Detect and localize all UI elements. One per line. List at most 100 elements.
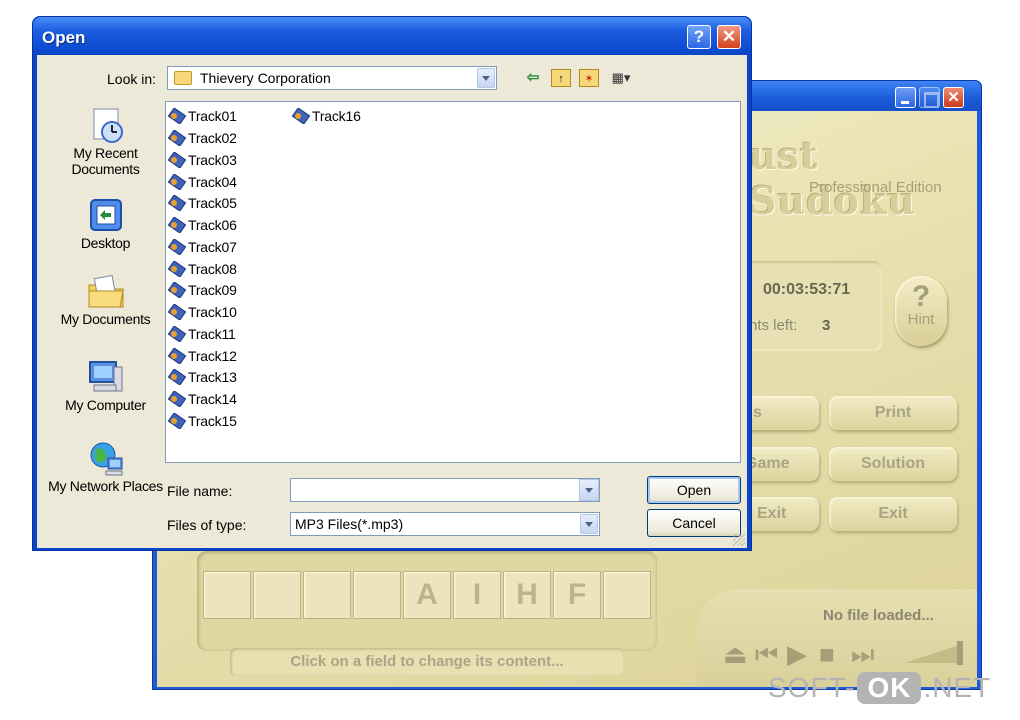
sudoku-edition: Professional Edition bbox=[809, 179, 942, 196]
file-name: Track16 bbox=[312, 108, 361, 124]
minimize-button[interactable] bbox=[895, 87, 916, 108]
look-in-dropdown[interactable]: Thievery Corporation bbox=[167, 66, 497, 90]
new-folder-icon[interactable]: ✶ bbox=[579, 69, 599, 87]
computer-icon bbox=[88, 361, 122, 392]
board-cell[interactable]: F bbox=[553, 571, 601, 619]
mp3-file-icon bbox=[167, 261, 187, 277]
maximize-icon bbox=[920, 88, 939, 108]
mp3-file-icon bbox=[167, 239, 187, 255]
next-track-icon[interactable]: ⏭ bbox=[851, 639, 874, 669]
game-timer: 00:03:53:71 bbox=[763, 281, 851, 298]
board-cell[interactable] bbox=[353, 571, 401, 619]
file-name: Track01 bbox=[188, 108, 237, 124]
desktop-icon bbox=[89, 199, 122, 231]
eject-icon[interactable]: ⏏ bbox=[723, 639, 748, 669]
file-name: Track15 bbox=[188, 413, 237, 429]
minimize-icon bbox=[896, 88, 915, 107]
print-button[interactable]: Print bbox=[829, 396, 957, 430]
folder-icon bbox=[174, 71, 192, 85]
file-name: Track03 bbox=[188, 152, 237, 168]
chevron-down-icon[interactable] bbox=[579, 479, 599, 501]
dialog-client-area: Look in: Thievery Corporation ⇦ ↑ ✶ ▦▾ M… bbox=[37, 55, 747, 548]
volume-slider[interactable] bbox=[905, 641, 965, 665]
previous-track-icon[interactable]: ⏮ bbox=[755, 639, 778, 669]
file-name-label: File name: bbox=[167, 483, 233, 499]
sudoku-close-button[interactable]: ✕ bbox=[943, 87, 964, 108]
mp3-file-icon bbox=[167, 152, 187, 168]
file-list[interactable]: Track01 Track02 Track03 Track04 Track05 … bbox=[165, 101, 741, 463]
mp3-file-icon bbox=[291, 108, 311, 124]
dialog-titlebar[interactable]: Open ? ✕ bbox=[33, 17, 751, 55]
watermark: SOFT- OK .NET bbox=[768, 672, 991, 716]
board-cell[interactable] bbox=[203, 571, 251, 619]
recent-documents-icon bbox=[93, 108, 123, 143]
back-arrow-icon[interactable]: ⇦ bbox=[523, 69, 543, 87]
file-name: Track02 bbox=[188, 130, 237, 146]
board-cell[interactable] bbox=[603, 571, 651, 619]
stop-icon[interactable]: ■ bbox=[819, 639, 835, 669]
exit-button[interactable]: Exit bbox=[829, 497, 957, 531]
file-name: Track14 bbox=[188, 391, 237, 407]
mp3-file-icon bbox=[167, 130, 187, 146]
watermark-text-left: SOFT- bbox=[768, 672, 856, 703]
cancel-button[interactable]: Cancel bbox=[647, 509, 741, 537]
place-label: My Recent Documents bbox=[71, 145, 140, 177]
places-bar: My Recent Documents Desktop My Documents bbox=[43, 105, 168, 535]
board-cell[interactable]: A bbox=[403, 571, 451, 619]
close-button[interactable]: ✕ bbox=[717, 25, 741, 49]
place-my-network-places[interactable]: My Network Places bbox=[43, 440, 168, 494]
mp3-file-icon bbox=[167, 413, 187, 429]
look-in-label: Look in: bbox=[107, 71, 157, 87]
place-label: My Network Places bbox=[48, 478, 163, 494]
file-name: Track12 bbox=[188, 348, 237, 364]
hint-button[interactable]: ? Hint bbox=[895, 276, 947, 346]
board-cell[interactable]: H bbox=[503, 571, 551, 619]
file-name: Track11 bbox=[188, 326, 236, 342]
file-name: Track07 bbox=[188, 239, 237, 255]
files-of-type-value: MP3 Files(*.mp3) bbox=[295, 516, 404, 532]
mp3-file-icon bbox=[167, 195, 187, 211]
place-desktop[interactable]: Desktop bbox=[43, 197, 168, 251]
chevron-down-icon[interactable] bbox=[477, 68, 495, 88]
file-name: Track04 bbox=[188, 174, 237, 190]
place-my-recent-documents[interactable]: My Recent Documents bbox=[43, 107, 168, 177]
mp3-file-icon bbox=[167, 326, 187, 342]
mp3-file-icon bbox=[167, 348, 187, 364]
place-my-computer[interactable]: My Computer bbox=[43, 359, 168, 413]
hints-left-count: 3 bbox=[822, 317, 831, 334]
status-bar: Click on a field to change its content..… bbox=[230, 648, 624, 676]
board-cell[interactable]: I bbox=[453, 571, 501, 619]
file-name-input[interactable] bbox=[290, 478, 600, 502]
files-of-type-label: Files of type: bbox=[167, 517, 247, 533]
help-button[interactable]: ? bbox=[687, 25, 711, 49]
documents-folder-icon bbox=[88, 275, 124, 308]
mp3-file-icon bbox=[167, 304, 187, 320]
mp3-file-icon bbox=[167, 108, 187, 124]
file-name: Track10 bbox=[188, 304, 237, 320]
mp3-file-icon bbox=[167, 217, 187, 233]
views-menu-icon[interactable]: ▦▾ bbox=[607, 69, 635, 87]
watermark-text-right: .NET bbox=[923, 672, 992, 703]
open-button[interactable]: Open bbox=[647, 476, 741, 504]
open-dialog: Open ? ✕ Look in: Thievery Corporation ⇦… bbox=[32, 16, 752, 551]
mp3-file-icon bbox=[167, 369, 187, 385]
place-my-documents[interactable]: My Documents bbox=[43, 273, 168, 327]
question-icon: ? bbox=[911, 280, 931, 313]
look-in-value: Thievery Corporation bbox=[200, 70, 331, 86]
solution-button[interactable]: Solution bbox=[829, 447, 957, 481]
play-icon[interactable]: ▶ bbox=[787, 639, 807, 669]
board-cell[interactable] bbox=[303, 571, 351, 619]
dialog-title: Open bbox=[42, 28, 86, 47]
chevron-down-icon[interactable] bbox=[580, 514, 598, 534]
watermark-text-box: OK bbox=[857, 672, 922, 704]
files-of-type-dropdown[interactable]: MP3 Files(*.mp3) bbox=[290, 512, 600, 536]
board-cell[interactable] bbox=[253, 571, 301, 619]
hint-label: Hint bbox=[907, 311, 935, 328]
file-name: Track06 bbox=[188, 217, 237, 233]
file-name: Track05 bbox=[188, 195, 237, 211]
resize-grip-icon[interactable] bbox=[733, 534, 745, 546]
up-folder-icon[interactable]: ↑ bbox=[551, 69, 571, 87]
mp3-file-icon bbox=[167, 282, 187, 298]
mp3-file-icon bbox=[167, 391, 187, 407]
place-label: My Computer bbox=[65, 397, 146, 413]
